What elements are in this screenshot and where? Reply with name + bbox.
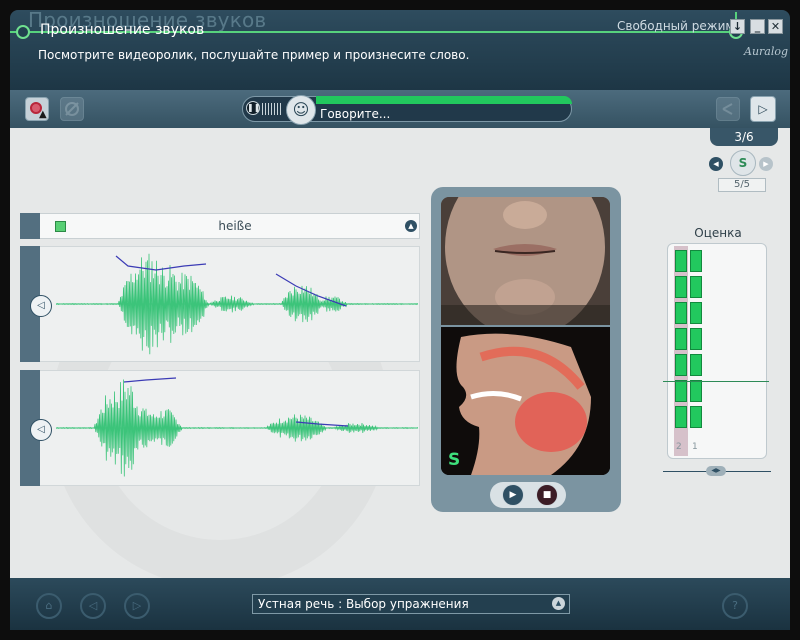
lock-icon[interactable]: ⌂ [36,593,62,619]
download-button[interactable]: ↓ [730,19,745,34]
face-front-view [441,197,610,325]
cursor-pointer-icon: ▲ [39,109,47,120]
settings-icon [65,102,79,116]
status-text: Говорите... [320,107,391,121]
reference-waveform [56,253,418,355]
pitch-curve [123,377,177,383]
face-front-image [441,197,610,325]
play-button[interactable]: ▶ [502,484,524,506]
share-button[interactable] [716,97,740,121]
record-button[interactable]: ▲ [25,97,49,121]
rating-threshold-line [663,381,769,382]
status-progress-bar [316,96,572,104]
rating-bar-cell [675,276,687,298]
word-toggle-button[interactable]: ▲ [405,220,417,232]
sound-badge: S [730,150,756,176]
rating-column-label: 1 [692,442,698,452]
rating-bar-cell [690,250,702,272]
mouth-cross-section-view [441,327,610,475]
pitch-curve [115,255,207,271]
rating-bar-cell [675,302,687,324]
rating-column-label: 2 [676,442,682,452]
waveform-signal [56,379,418,477]
breadcrumb-text: Устная речь : Выбор упражнения [258,597,469,611]
next-button[interactable]: ▷ [750,96,776,122]
sound-letter: S [448,450,461,470]
sub-counter: 5/5 [718,178,766,192]
minimize-button[interactable]: _ [750,19,765,34]
play-recording-speaker-icon[interactable]: ◁ [30,419,52,441]
rating-bar-cell [675,328,687,350]
rating-bar-cell [690,406,702,428]
waveform-signal [56,253,418,355]
rating-bar-cell [690,276,702,298]
header-node-left [16,25,30,39]
mode-label[interactable]: Свободный режим [617,19,734,33]
play-reference-speaker-icon[interactable]: ◁ [30,295,52,317]
next-sound-button[interactable]: ▶ [759,157,773,171]
speaker-head-icon[interactable]: ☺ [286,95,316,125]
settings-button[interactable] [60,97,84,121]
rating-bar-cell [690,328,702,350]
rating-bar-cell [675,354,687,376]
previous-sound-button[interactable]: ◀ [709,157,723,171]
close-button[interactable]: ✕ [768,19,783,34]
rating-bar-cell [690,380,702,402]
rating-bar-cell [675,380,687,402]
breadcrumb-menu-button[interactable]: ▲ [552,597,565,610]
rating-bar-cell [675,406,687,428]
stop-button[interactable]: ■ [536,484,558,506]
word-bar-side [20,213,40,239]
stop-icon: ■ [542,490,552,500]
page-title: Произношение звуков [40,22,205,38]
next-icon: ▷ [758,102,768,116]
target-word: heiße [218,219,252,233]
user-waveform [56,377,418,477]
volume-meter [262,103,282,115]
help-icon[interactable]: ? [722,593,748,619]
rating-bar-cell [690,354,702,376]
exercise-counter: 3/6 [710,128,778,146]
rating-bar-cell [690,302,702,324]
share-icon [722,103,733,115]
forward-audio-icon[interactable]: ▷ [124,593,150,619]
rating-bar-cell [675,250,687,272]
rating-title: Оценка [694,226,742,240]
word-indicator [55,221,66,232]
rating-slider-handle[interactable]: ◀▶ [706,466,726,476]
brand-logo: Auralog [744,45,789,58]
mouth-cross-section-image [441,327,610,475]
instruction-text: Посмотрите видеоролик, послушайте пример… [38,48,470,62]
back-audio-icon[interactable]: ◁ [80,593,106,619]
play-icon: ▶ [509,490,517,500]
pause-button[interactable]: ❚❚ [246,101,260,115]
